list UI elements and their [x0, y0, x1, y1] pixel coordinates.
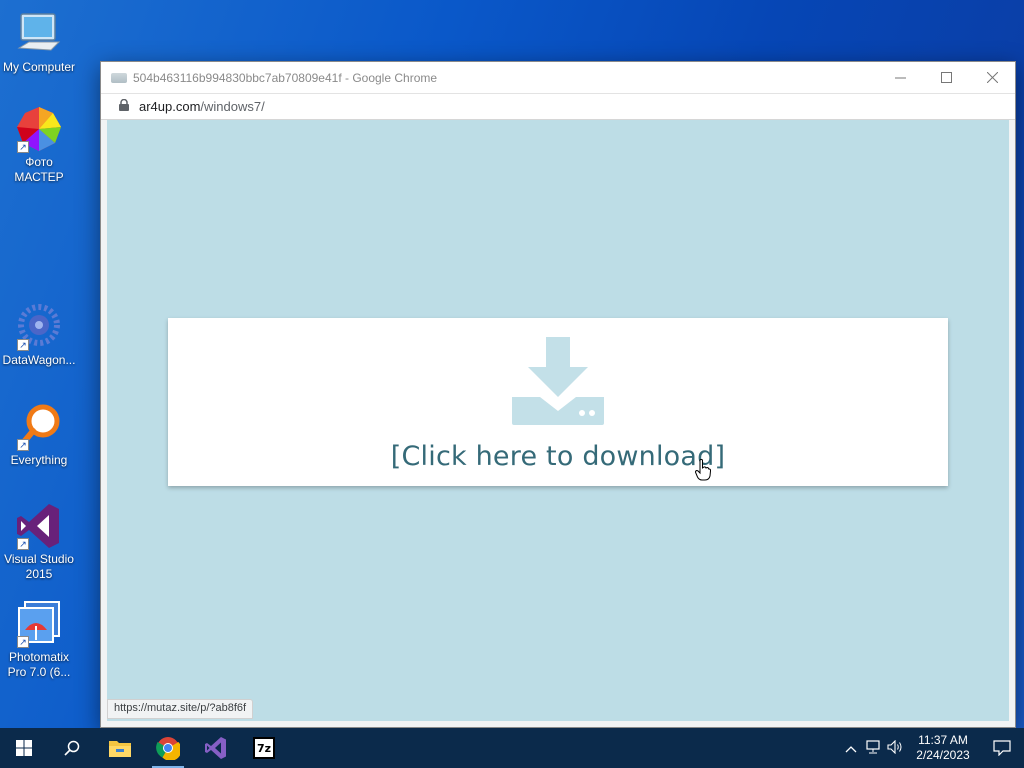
- network-icon[interactable]: [862, 739, 884, 757]
- clock-time: 11:37 AM: [918, 733, 968, 747]
- url-domain: ar4up.com: [139, 99, 201, 114]
- taskbar-chrome[interactable]: [144, 728, 192, 768]
- chrome-icon: [156, 737, 180, 760]
- download-icon[interactable]: [510, 337, 606, 427]
- desktop-icon-everything[interactable]: ↗ Everything: [0, 403, 78, 468]
- desktop-icon-label: My Computer: [2, 60, 76, 74]
- volume-icon[interactable]: [884, 739, 906, 757]
- desktop-icon-label: DataWagon...: [2, 353, 76, 367]
- search-icon: [64, 740, 80, 756]
- tab-favicon-icon: [111, 72, 127, 83]
- clock-date: 2/24/2023: [916, 748, 970, 762]
- visual-studio-icon: [205, 737, 226, 759]
- desktop-icon-label: Photomatix Pro 7.0 (6...: [7, 650, 71, 679]
- shortcut-arrow-icon: ↗: [17, 636, 29, 648]
- lock-icon[interactable]: [119, 98, 129, 114]
- shortcut-arrow-icon: ↗: [17, 538, 29, 550]
- chrome-window: 504b463116b994830bbc7ab70809e41f - Googl…: [100, 61, 1016, 728]
- notification-center-button[interactable]: [980, 740, 1024, 756]
- taskbar: 7z 11:37 AM 2/24/2023: [0, 728, 1024, 768]
- desktop-icon-foto-master[interactable]: ↗ Фото МАСТЕР: [0, 105, 78, 185]
- minimize-icon: [894, 77, 906, 79]
- link-status-bubble: https://mutaz.site/p/?ab8f6f: [107, 699, 254, 719]
- maximize-icon: [940, 72, 952, 83]
- start-button[interactable]: [0, 728, 48, 768]
- taskbar-7zip[interactable]: 7z: [240, 728, 288, 768]
- address-bar[interactable]: ar4up.com/windows7/: [101, 93, 1015, 120]
- notification-icon: [993, 740, 1011, 756]
- desktop-icon-label: Фото МАСТЕР: [14, 155, 64, 184]
- page-viewport: [Click here to download]: [107, 120, 1009, 721]
- everything-search-icon: ↗: [15, 403, 63, 451]
- close-button[interactable]: [969, 62, 1015, 93]
- desktop-icon-my-computer[interactable]: My Computer: [0, 10, 78, 75]
- desktop-icon-visual-studio[interactable]: ↗ Visual Studio 2015: [0, 502, 78, 582]
- clock[interactable]: 11:37 AM 2/24/2023: [906, 733, 980, 763]
- file-explorer-icon: [109, 741, 131, 757]
- desktop-icon-photomatix[interactable]: ↗ Photomatix Pro 7.0 (6...: [0, 600, 78, 680]
- 7zip-label: 7z: [256, 741, 272, 755]
- shortcut-arrow-icon: ↗: [17, 339, 29, 351]
- 7zip-icon: 7z: [253, 737, 275, 759]
- title-bar[interactable]: 504b463116b994830bbc7ab70809e41f - Googl…: [101, 62, 1015, 93]
- tray-overflow-chevron-icon[interactable]: [840, 741, 862, 756]
- hand-cursor-icon: [695, 459, 712, 486]
- photomatix-icon: ↗: [15, 600, 63, 648]
- url-path: /windows7/: [200, 99, 265, 114]
- windows-logo-icon: [16, 740, 32, 756]
- close-icon: [986, 72, 998, 83]
- desktop-icon-label: Visual Studio 2015: [4, 552, 74, 581]
- computer-icon: [15, 10, 63, 58]
- maximize-button[interactable]: [923, 62, 969, 93]
- shortcut-arrow-icon: ↗: [17, 141, 29, 153]
- taskbar-file-explorer[interactable]: [96, 728, 144, 768]
- desktop-icon-datawagon[interactable]: ↗ DataWagon...: [0, 303, 78, 368]
- minimize-button[interactable]: [877, 62, 923, 93]
- shortcut-arrow-icon: ↗: [17, 439, 29, 451]
- download-link[interactable]: [Click here to download]: [391, 441, 725, 472]
- system-tray: 11:37 AM 2/24/2023: [840, 728, 1024, 768]
- window-controls: [877, 62, 1015, 93]
- search-button[interactable]: [48, 728, 96, 768]
- datawagon-icon: ↗: [15, 303, 63, 351]
- taskbar-visual-studio[interactable]: [192, 728, 240, 768]
- download-card[interactable]: [Click here to download]: [168, 318, 948, 486]
- desktop-icon-label: Everything: [10, 453, 68, 467]
- visual-studio-icon: ↗: [15, 502, 63, 550]
- window-title: 504b463116b994830bbc7ab70809e41f - Googl…: [133, 70, 438, 85]
- foto-master-icon: ↗: [15, 105, 63, 153]
